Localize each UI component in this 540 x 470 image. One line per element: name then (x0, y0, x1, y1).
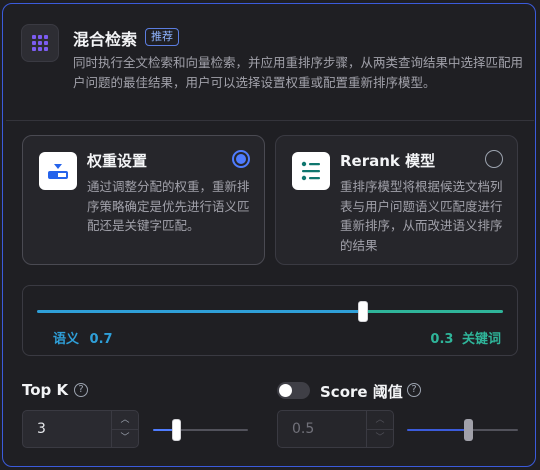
score-slider-thumb[interactable] (463, 419, 473, 441)
top-k-stepper: ︿ ﹀ (111, 411, 138, 447)
semantic-label-text: 语义 (53, 332, 80, 347)
score-slider-filled[interactable] (407, 429, 469, 431)
recommended-badge: 推荐 (145, 28, 179, 46)
mode-description-weight: 通过调整分配的权重，重新排序策略确定是优先进行语义匹配还是关键字匹配。 (87, 179, 250, 233)
mode-card-weight-settings[interactable]: 权重设置 通过调整分配的权重，重新排序策略确定是优先进行语义匹配还是关键字匹配。 (22, 135, 265, 265)
semantic-weight-label: 语义 0.7 (53, 328, 113, 347)
radio-weight-settings[interactable] (232, 150, 250, 168)
top-k-input[interactable]: 3 ︿ ﹀ (22, 410, 139, 448)
top-k-help-icon[interactable]: ? (74, 383, 88, 397)
weight-slider-thumb[interactable] (358, 301, 369, 322)
score-threshold-value: 0.5 (292, 421, 315, 437)
weight-slider-box: 语义 0.7 0.3 关键词 (22, 285, 518, 356)
mode-title-weight: 权重设置 (87, 152, 148, 170)
grid-dots-icon (21, 24, 59, 62)
keyword-weight-value: 0.3 (430, 332, 454, 347)
panel-description: 同时执行全文检索和向量检索，并应用重排序步骤，从两类查询结果中选择匹配用户问题的… (73, 55, 524, 90)
weight-settings-icon (39, 152, 77, 190)
rerank-icon (292, 152, 330, 190)
score-increment-button[interactable]: ︿ (367, 411, 393, 430)
mode-description-rerank: 重排序模型将根据候选文档列表与用户问题语义匹配度进行重新排序，从而改进语义排序的… (340, 179, 503, 253)
score-threshold-label: Score 阈值 (320, 383, 403, 401)
score-slider-track[interactable] (468, 429, 518, 431)
radio-rerank[interactable] (485, 150, 503, 168)
divider (6, 120, 534, 121)
score-threshold-help-icon[interactable]: ? (407, 383, 421, 397)
top-k-decrement-button[interactable]: ﹀ (112, 429, 138, 447)
keyword-weight-track[interactable] (363, 310, 503, 313)
keyword-weight-label: 0.3 关键词 (430, 328, 501, 347)
top-k-label: Top K (22, 381, 69, 399)
score-threshold-toggle[interactable] (277, 382, 310, 399)
semantic-weight-value: 0.7 (89, 332, 113, 347)
panel-title: 混合检索 (73, 30, 138, 49)
top-k-slider-thumb[interactable] (172, 419, 182, 441)
top-k-slider-track[interactable] (176, 429, 248, 431)
mode-title-rerank: Rerank 模型 (340, 152, 436, 170)
top-k-increment-button[interactable]: ︿ (112, 411, 138, 430)
score-threshold-stepper: ︿ ﹀ (366, 411, 393, 447)
score-threshold-input[interactable]: 0.5 ︿ ﹀ (277, 410, 394, 448)
mode-card-rerank[interactable]: Rerank 模型 重排序模型将根据候选文档列表与用户问题语义匹配度进行重新排序… (275, 135, 518, 265)
top-k-value: 3 (37, 421, 46, 437)
semantic-weight-track[interactable] (37, 310, 364, 313)
keyword-label-text: 关键词 (461, 332, 501, 347)
score-decrement-button[interactable]: ﹀ (367, 429, 393, 447)
